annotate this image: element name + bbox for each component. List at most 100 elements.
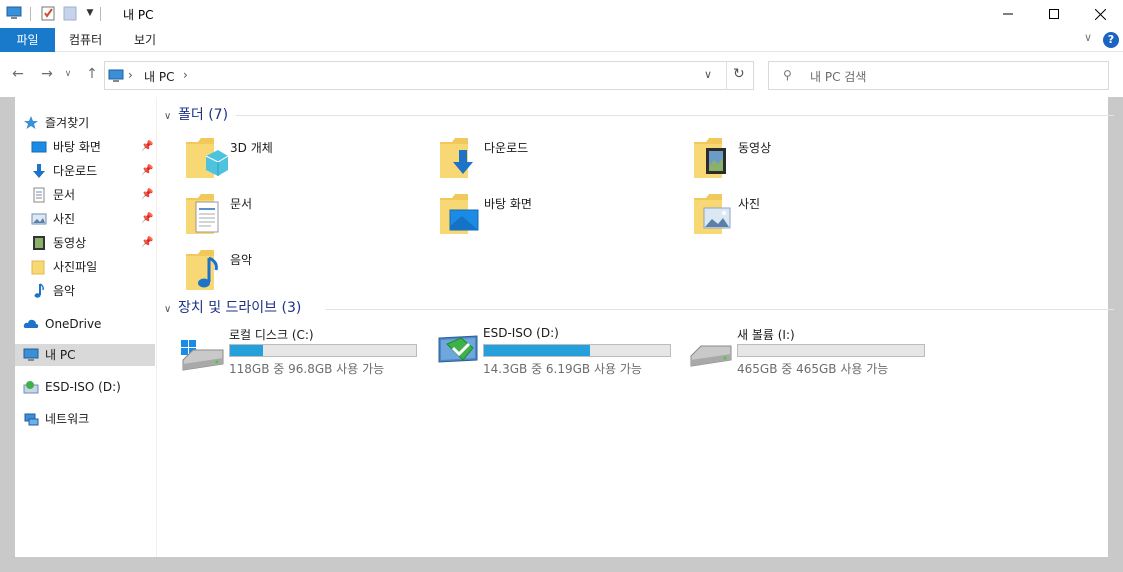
tab-view[interactable]: 보기 <box>134 28 156 52</box>
nav-network[interactable]: 네트워크 <box>23 408 153 430</box>
folder-desktop[interactable]: 바탕 화면 <box>438 192 678 242</box>
nav-item-photo-files[interactable]: 사진파일 <box>31 256 157 278</box>
dvd-drive-icon <box>23 379 39 395</box>
nav-esd-iso[interactable]: ESD-ISO (D:) <box>23 376 153 398</box>
nav-item-label: 동영상 <box>53 236 87 250</box>
folder-videos[interactable]: 동영상 <box>692 136 932 186</box>
nav-esd-iso-label: ESD-ISO (D:) <box>45 380 121 394</box>
help-icon[interactable]: ? <box>1103 32 1119 48</box>
this-pc-icon <box>6 5 22 21</box>
pin-icon: 📌 <box>141 141 154 152</box>
explorer-window: ▼ 내 PC 파일 컴퓨터 보기 ∨ ? ← → ∨ ↑ › 내 PC › ∨ … <box>0 0 1123 572</box>
drive-i[interactable]: 새 볼륨 (I:) 465GB 중 465GB 사용 가능 <box>687 326 937 382</box>
group-header-label: 장치 및 드라이브 (3) <box>178 300 302 316</box>
windows-drive-icon <box>179 326 227 374</box>
group-header-drives[interactable]: ∨ 장치 및 드라이브 (3) <box>164 298 301 318</box>
nav-onedrive[interactable]: OneDrive <box>23 313 153 335</box>
nav-quick-access-label: 즐겨찾기 <box>45 116 90 130</box>
folder-name: 음악 <box>230 253 253 267</box>
collapse-chevron-icon: ∨ <box>164 111 172 122</box>
nav-item-music[interactable]: 음악 <box>31 280 157 302</box>
search-box[interactable]: ⚲ 내 PC 검색 <box>768 61 1109 90</box>
breadcrumb-chevron-icon[interactable]: › <box>128 68 133 82</box>
this-pc-icon <box>108 68 124 87</box>
nav-item-pictures[interactable]: 사진 📌 <box>31 208 157 230</box>
tab-file[interactable]: 파일 <box>0 28 55 52</box>
drive-c[interactable]: 로컬 디스크 (C:) 118GB 중 96.8GB 사용 가능 <box>179 326 429 382</box>
folder-documents[interactable]: 문서 <box>184 192 424 242</box>
nav-item-videos[interactable]: 동영상 📌 <box>31 232 157 254</box>
videos-folder-icon <box>692 136 736 182</box>
maximize-button[interactable] <box>1031 0 1077 28</box>
video-icon <box>31 235 47 251</box>
breadcrumb-thispc[interactable]: 내 PC <box>144 68 174 85</box>
nav-item-label: 문서 <box>53 188 76 202</box>
star-icon <box>23 115 39 131</box>
nav-quick-access[interactable]: 즐겨찾기 <box>23 112 153 134</box>
backdrop-right <box>1108 97 1123 572</box>
folder-icon <box>31 259 47 275</box>
folder-downloads[interactable]: 다운로드 <box>438 136 678 186</box>
nav-item-label: 다운로드 <box>53 164 98 178</box>
backdrop-left <box>0 97 15 572</box>
folder-pictures[interactable]: 사진 <box>692 192 932 242</box>
folder-music[interactable]: 음악 <box>184 248 424 298</box>
forward-button[interactable]: → <box>38 65 56 83</box>
picture-icon <box>31 211 47 227</box>
documents-folder-icon <box>184 192 228 238</box>
cloud-icon <box>23 316 39 332</box>
address-bar[interactable]: › 내 PC › ∨ ↻ <box>104 61 754 90</box>
pin-icon: 📌 <box>141 213 154 224</box>
nav-item-label: 음악 <box>53 284 76 298</box>
title-bar: ▼ 내 PC <box>0 0 1123 28</box>
breadcrumb-chevron-icon[interactable]: › <box>183 68 188 82</box>
3d-objects-folder-icon <box>184 136 229 182</box>
up-button[interactable]: ↑ <box>83 65 101 83</box>
music-folder-icon <box>184 248 228 294</box>
drive-name: ESD-ISO (D:) <box>483 326 559 340</box>
tab-computer[interactable]: 컴퓨터 <box>69 28 102 52</box>
customize-qat-icon[interactable]: ▼ <box>82 5 98 21</box>
nav-item-label: 바탕 화면 <box>53 140 101 154</box>
separator <box>100 7 101 21</box>
folder-3d-objects[interactable]: 3D 개체 <box>184 136 424 186</box>
document-icon <box>31 187 47 203</box>
close-button[interactable] <box>1077 0 1123 28</box>
divider <box>726 62 727 89</box>
pin-icon: 📌 <box>141 189 154 200</box>
desktop-icon <box>31 139 47 155</box>
drive-usage-fill <box>230 345 264 356</box>
drive-size-text: 14.3GB 중 6.19GB 사용 가능 <box>483 362 642 376</box>
expand-ribbon-icon[interactable]: ∨ <box>1084 31 1092 44</box>
group-header-folders[interactable]: ∨ 폴더 (7) <box>164 105 228 125</box>
folder-name: 바탕 화면 <box>484 197 532 211</box>
drive-name: 로컬 디스크 (C:) <box>229 328 314 342</box>
address-dropdown-icon[interactable]: ∨ <box>704 68 712 81</box>
nav-item-downloads[interactable]: 다운로드 📌 <box>31 160 157 182</box>
nav-this-pc[interactable]: 내 PC <box>15 344 155 366</box>
pin-icon: 📌 <box>141 165 154 176</box>
drive-usage-bar <box>229 344 417 357</box>
minimize-button[interactable] <box>985 0 1031 28</box>
new-folder-icon[interactable] <box>62 5 78 21</box>
recent-locations-button[interactable]: ∨ <box>62 65 74 83</box>
window-title: 내 PC <box>123 8 154 22</box>
nav-item-documents[interactable]: 문서 📌 <box>31 184 157 206</box>
folder-name: 다운로드 <box>484 141 529 155</box>
properties-icon[interactable] <box>40 5 56 21</box>
nav-this-pc-label: 내 PC <box>45 348 76 362</box>
drive-d[interactable]: ESD-ISO (D:) 14.3GB 중 6.19GB 사용 가능 <box>433 326 683 382</box>
nav-onedrive-label: OneDrive <box>45 317 102 331</box>
drive-usage-bar <box>737 344 925 357</box>
download-icon <box>31 163 47 179</box>
folder-name: 동영상 <box>738 141 772 155</box>
group-divider <box>236 115 1114 116</box>
ribbon-tabs: 파일 컴퓨터 보기 ∨ ? <box>0 28 1123 52</box>
pictures-folder-icon <box>692 192 736 238</box>
back-button[interactable]: ← <box>9 65 27 83</box>
refresh-icon[interactable]: ↻ <box>733 66 745 82</box>
dvd-drive-icon <box>433 326 481 374</box>
maximize-icon <box>1049 9 1059 19</box>
nav-item-desktop[interactable]: 바탕 화면 📌 <box>31 136 157 158</box>
group-divider <box>325 309 1114 310</box>
